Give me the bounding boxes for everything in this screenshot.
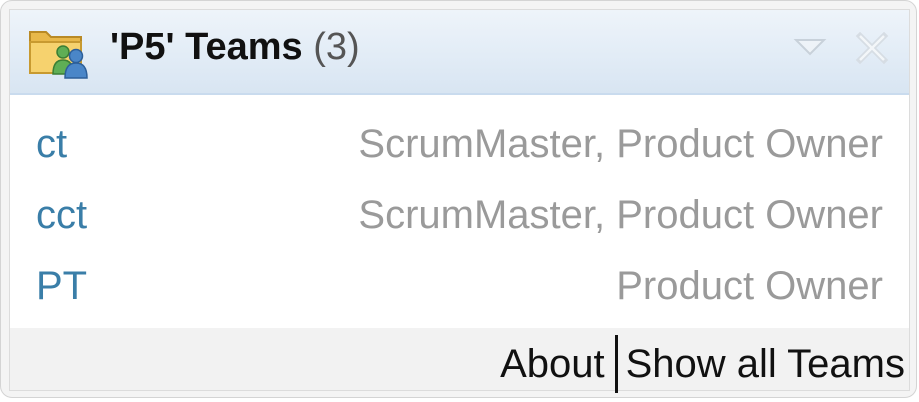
team-row: cct ScrumMaster, Product Owner [10, 184, 909, 255]
team-row: PT Product Owner [10, 255, 909, 326]
team-link-pt[interactable]: PT [36, 261, 87, 311]
panel-footer: About Show all Teams [10, 328, 909, 393]
teams-panel: 'P5' Teams (3) ct ScrumMaster, Product O… [9, 9, 910, 393]
show-all-teams-link[interactable]: Show all Teams [626, 340, 905, 388]
team-roles: Product Owner [616, 264, 883, 308]
about-link[interactable]: About [500, 340, 605, 388]
team-row: ct ScrumMaster, Product Owner [10, 113, 909, 184]
team-link-ct[interactable]: ct [36, 119, 67, 169]
dropdown-triangle-icon[interactable] [790, 28, 830, 68]
team-link-cct[interactable]: cct [36, 190, 87, 240]
close-icon[interactable] [852, 28, 892, 68]
footer-links: About Show all Teams [500, 334, 905, 394]
team-list: ct ScrumMaster, Product Owner cct ScrumM… [10, 113, 909, 326]
footer-separator [614, 335, 618, 393]
team-count: (3) [313, 26, 360, 68]
panel-title: 'P5' Teams (3) [110, 22, 360, 72]
team-roles: ScrumMaster, Product Owner [358, 122, 883, 166]
team-folder-icon [29, 31, 88, 79]
panel-header: 'P5' Teams (3) [10, 10, 909, 95]
teams-widget: 'P5' Teams (3) ct ScrumMaster, Product O… [0, 0, 917, 398]
team-roles: ScrumMaster, Product Owner [358, 193, 883, 237]
panel-title-text: 'P5' Teams [110, 26, 303, 68]
